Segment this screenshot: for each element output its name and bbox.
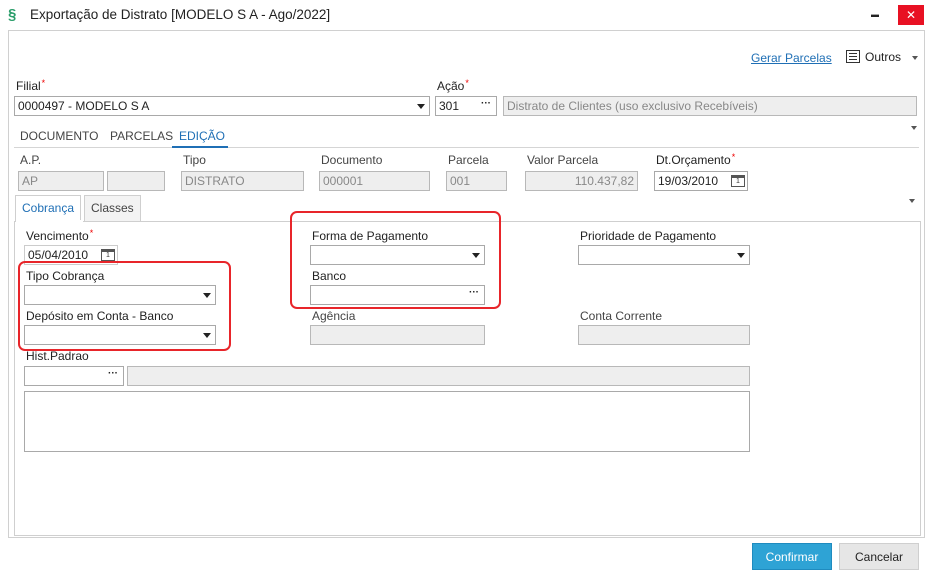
window-title: Exportação de Distrato [MODELO S A - Ago… <box>30 7 331 22</box>
subtab-cobranca[interactable]: Cobrança <box>15 195 82 222</box>
list-menu-icon[interactable] <box>846 50 860 63</box>
lookup-ellipsis-icon[interactable]: ··· <box>476 97 496 115</box>
tab-edicao[interactable]: EDIÇÃO <box>179 129 225 143</box>
gerar-parcelas-link[interactable]: Gerar Parcelas <box>751 51 832 65</box>
calendar-icon[interactable]: 1 <box>731 175 745 187</box>
ap-field-2 <box>107 171 165 191</box>
tabs-divider <box>14 147 919 148</box>
dt-orcamento-field[interactable]: 19/03/2010 1 <box>654 171 748 191</box>
tab-parcelas[interactable]: PARCELAS <box>110 129 173 143</box>
valor-parcela-field: 110.437,82 <box>525 171 638 191</box>
tab-documento[interactable]: DOCUMENTO <box>20 129 98 143</box>
agencia-field <box>310 325 485 345</box>
parcela-field: 001 <box>446 171 507 191</box>
chevron-down-icon[interactable] <box>912 56 918 60</box>
prioridade-label: Prioridade de Pagamento <box>580 229 717 243</box>
cancelar-button[interactable]: Cancelar <box>839 543 919 570</box>
app-logo-icon: § <box>8 6 17 23</box>
valor-parcela-label: Valor Parcela <box>527 153 599 167</box>
subtab-join <box>16 220 83 222</box>
maximize-icon[interactable] <box>872 4 894 26</box>
conta-corrente-label: Conta Corrente <box>580 309 663 323</box>
agencia-label: Agência <box>312 309 356 323</box>
filial-label: Filial* <box>16 78 46 93</box>
vencimento-label: Vencimento* <box>26 228 94 243</box>
chevron-down-icon <box>737 253 745 258</box>
conta-corrente-field <box>578 325 750 345</box>
lookup-ellipsis-icon[interactable]: ··· <box>103 367 123 385</box>
tipo-field: DISTRATO <box>181 171 304 191</box>
chevron-down-icon <box>417 104 425 109</box>
documento-label: Documento <box>321 153 383 167</box>
acao-description-field: Distrato de Clientes (uso exclusivo Rece… <box>503 96 917 116</box>
subtab-classes[interactable]: Classes <box>84 195 141 221</box>
hist-padrao-description-field <box>127 366 750 386</box>
historico-memo[interactable] <box>24 391 750 452</box>
parcela-label: Parcela <box>448 153 489 167</box>
prioridade-select[interactable] <box>578 245 750 265</box>
highlight-box-center <box>290 211 501 309</box>
ap-label: A.P. <box>20 153 42 167</box>
highlight-box-left <box>18 261 231 351</box>
acao-label: Ação* <box>437 78 469 93</box>
documento-field: 000001 <box>319 171 430 191</box>
ap-field: AP <box>18 171 104 191</box>
outros-menu-button[interactable]: Outros <box>865 50 901 64</box>
active-tab-indicator <box>172 146 228 148</box>
tipo-label: Tipo <box>183 153 206 167</box>
acao-code-field[interactable]: 301 ··· <box>435 96 497 116</box>
collapse-caret-icon-2[interactable] <box>909 199 915 203</box>
close-icon[interactable]: ✕ <box>898 5 924 25</box>
hist-padrao-label: Hist.Padrao <box>26 349 89 363</box>
dt-orcamento-label: Dt.Orçamento* <box>656 152 736 167</box>
hist-padrao-code-field[interactable]: ··· <box>24 366 124 386</box>
collapse-caret-icon[interactable] <box>911 126 917 130</box>
confirmar-button[interactable]: Confirmar <box>752 543 832 570</box>
calendar-icon[interactable]: 1 <box>101 249 115 261</box>
filial-select[interactable]: 0000497 - MODELO S A <box>14 96 430 116</box>
